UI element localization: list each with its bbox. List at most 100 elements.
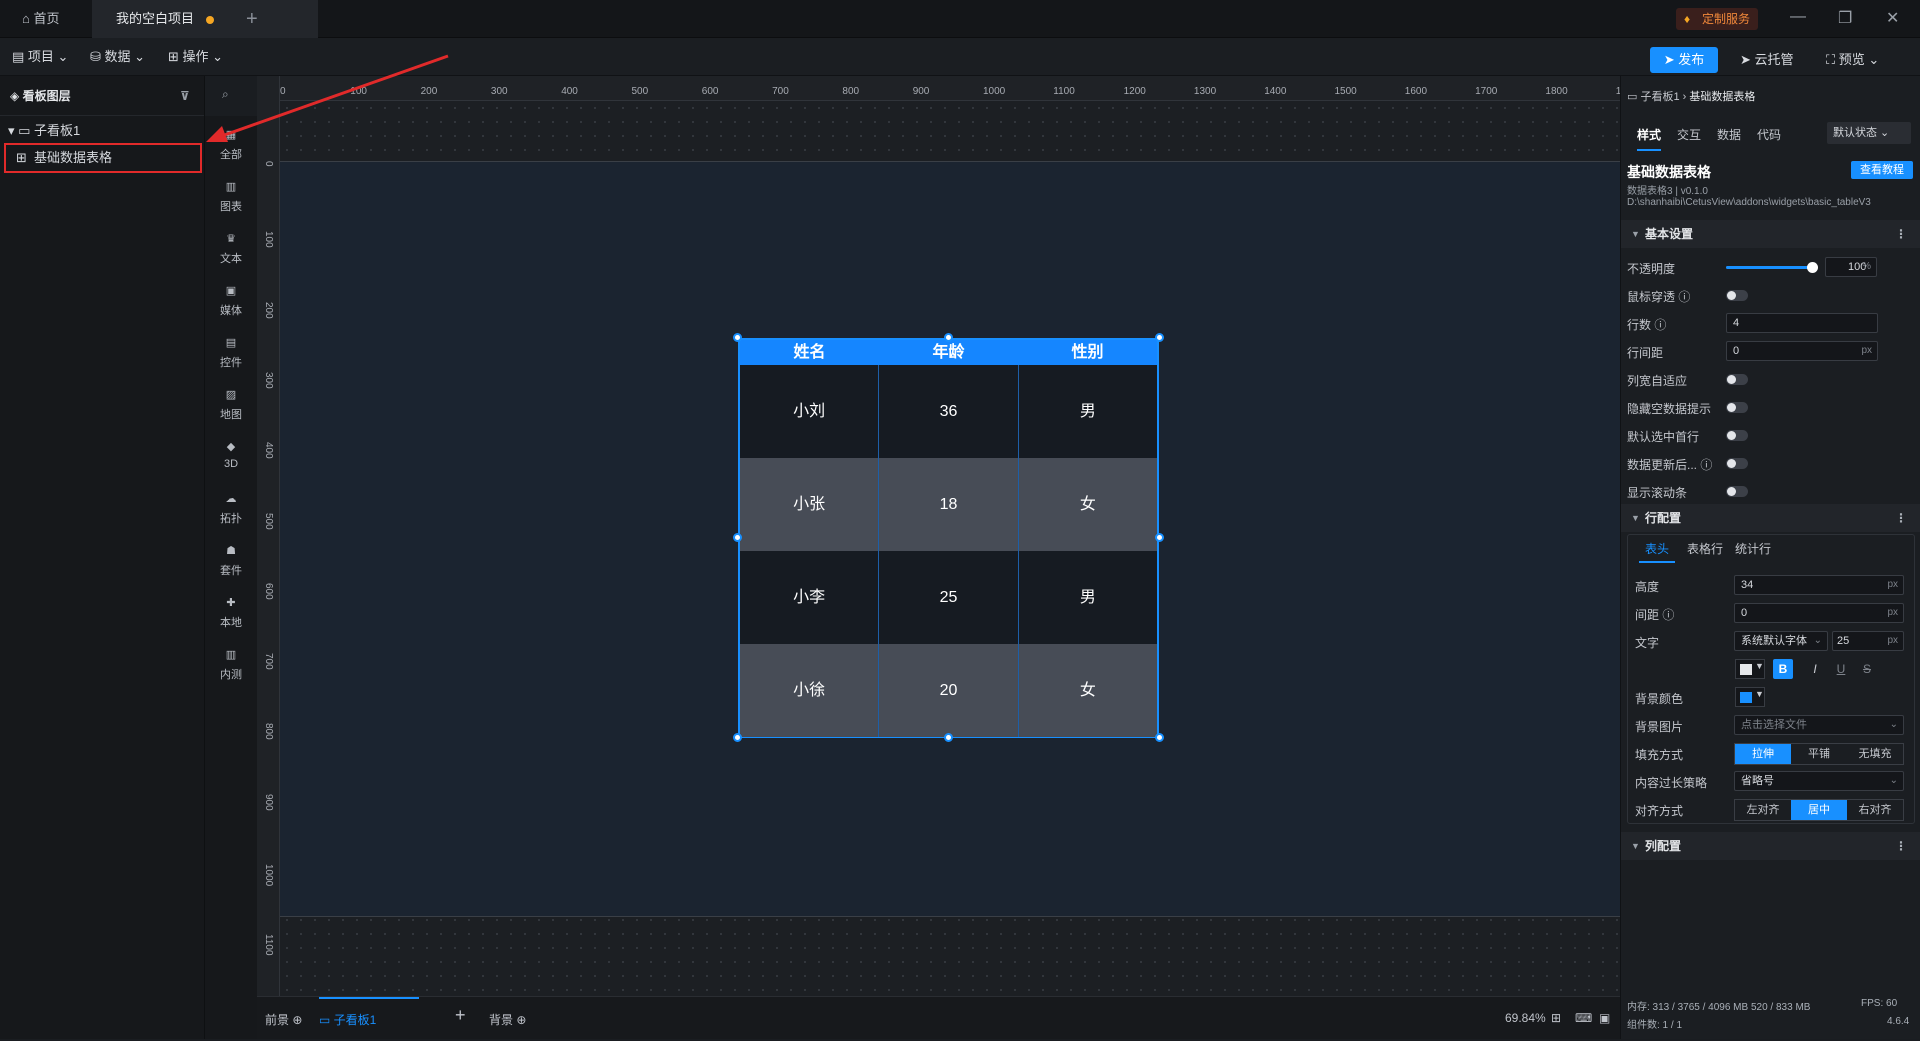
bg-image-select[interactable]: 点击选择文件 ⌄ [1734,715,1904,735]
resize-handle[interactable] [944,333,953,342]
table-row[interactable]: 小刘 36 男 [740,365,1157,458]
tab-home[interactable]: ⌂ 首页 [0,0,92,38]
row-settings-section[interactable]: ▼ 行配置 ⋮ [1621,504,1920,532]
add-tab-button[interactable]: + [246,0,258,38]
font-size-input[interactable]: 25 px [1832,631,1904,651]
hide-empty-toggle[interactable] [1726,402,1748,413]
terminal-icon[interactable]: ▣ [1599,1011,1610,1025]
restore-icon[interactable]: ❐ [1838,8,1852,28]
publish-button[interactable]: ➤ 发布 [1650,47,1718,73]
font-select[interactable]: 系统默认字体 ⌄ [1734,631,1828,651]
basic-settings-section[interactable]: ▼ 基本设置 ⋮ [1621,220,1920,248]
tab-bar: ⌂ 首页 我的空白项目 + ♦ 定制服务 — ❐ ✕ [0,0,1920,38]
align-center-option[interactable]: 居中 [1791,800,1847,820]
category-media[interactable]: ▣ 媒体 [205,284,257,318]
tab-data[interactable]: 数据 [1717,126,1741,143]
align-right-option[interactable]: 右对齐 [1847,800,1903,820]
state-select[interactable]: 默认状态 ⌄ [1827,122,1911,144]
add-board-button[interactable]: + [455,1005,466,1026]
align-left-option[interactable]: 左对齐 [1735,800,1791,820]
col-auto-toggle[interactable] [1726,374,1748,385]
category-3d[interactable]: ◆ 3D [205,440,257,470]
row-gap-input[interactable]: 0 px [1726,341,1878,361]
underline-button[interactable]: U [1831,659,1851,679]
text-color-picker[interactable]: ▼ [1735,659,1765,679]
resize-handle[interactable] [733,533,742,542]
bold-button[interactable]: B [1773,659,1793,679]
table-header-cell: 年龄 [932,344,965,361]
background-tab[interactable]: 背景 ⊕ [489,1011,526,1028]
row-tab-stats[interactable]: 统计行 [1735,540,1771,557]
resize-handle[interactable] [1155,733,1164,742]
resize-handle[interactable] [733,733,742,742]
category-text[interactable]: ♛ 文本 [205,232,257,266]
minimize-icon[interactable]: — [1790,8,1806,26]
data-update-toggle[interactable] [1726,458,1748,469]
layer-board-item[interactable]: ▾ ▭ 子看板1 [8,120,80,142]
layer-selected-item[interactable]: ⊞ 基础数据表格 [4,143,202,173]
kit-icon: ☗ [226,545,236,557]
ruler-top: 0 100 200 300 400 500 600 700 800 900 1000 1100 1200… [280,76,1638,101]
resize-handle[interactable] [1155,333,1164,342]
resize-handle[interactable] [733,333,742,342]
category-kit[interactable]: ☗ 套件 [205,544,257,578]
breadcrumb-parent[interactable]: 子看板1 [1640,91,1679,103]
keyboard-icon[interactable]: ⌨ [1575,1011,1592,1025]
opacity-input[interactable]: 100% [1825,257,1877,277]
row-tab-header[interactable]: 表头 [1639,540,1676,563]
more-icon[interactable]: ⋮ [1895,832,1907,860]
tab-code[interactable]: 代码 [1757,126,1781,143]
cloud-host-label: 云托管 [1754,52,1794,67]
fit-screen-icon[interactable]: ⊞ [1551,1011,1561,1025]
fill-stretch-option[interactable]: 拉伸 [1735,744,1791,764]
strike-button[interactable]: S [1857,659,1877,679]
mouse-through-toggle[interactable] [1726,290,1748,301]
bg-color-picker[interactable]: ▼ [1735,687,1765,707]
add-circle-icon[interactable]: ⊕ [292,1013,302,1027]
fill-none-option[interactable]: 无填充 [1847,744,1903,764]
tab-style[interactable]: 样式 [1637,126,1662,151]
category-chart[interactable]: ▥ 图表 [205,180,257,214]
preview-button[interactable]: ⛶ 预览 ⌄ [1826,47,1879,73]
resize-handle[interactable] [944,733,953,742]
table-row[interactable]: 小徐 20 女 [740,644,1157,737]
fill-tile-option[interactable]: 平铺 [1791,744,1847,764]
table-row[interactable]: 小张 18 女 [740,458,1157,551]
row-gap-value: 0 [1733,345,1740,357]
board-tab[interactable]: ▭ 子看板1 [319,997,419,1039]
table-row[interactable]: 小李 25 男 [740,551,1157,644]
zoom-level[interactable]: 69.84% [1505,1011,1546,1025]
data-table[interactable]: 姓名 年龄 性别 小刘 36 男 小张 18 女 小李 25 男 小徐 20 女 [738,338,1159,738]
menu-project[interactable]: ▤ 项目 ⌄ [12,38,68,76]
resize-handle[interactable] [1155,533,1164,542]
category-local[interactable]: ✚ 本地 [205,596,257,630]
opacity-slider-knob[interactable] [1806,262,1818,273]
column-settings-section[interactable]: ▼ 列配置 ⋮ [1621,832,1920,860]
add-circle-icon[interactable]: ⊕ [516,1013,526,1027]
rows-input[interactable]: 4 [1726,313,1878,333]
caret-down-icon: ▼ [1631,841,1640,851]
category-map[interactable]: ▨ 地图 [205,388,257,422]
foreground-tab[interactable]: 前景 ⊕ [265,1011,302,1028]
category-beta[interactable]: ▥ 内测 [205,648,257,682]
filter-icon[interactable]: ⊽ [180,76,190,116]
tab-project[interactable]: 我的空白项目 [92,0,318,38]
italic-button[interactable]: I [1805,659,1825,679]
overflow-select[interactable]: 省略号 ⌄ [1734,771,1904,791]
select-first-toggle[interactable] [1726,430,1748,441]
more-icon[interactable]: ⋮ [1895,220,1907,248]
opacity-slider[interactable] [1726,262,1818,273]
height-input[interactable]: 34 px [1734,575,1904,595]
tab-interaction[interactable]: 交互 [1677,126,1701,143]
row-tab-body[interactable]: 表格行 [1687,540,1723,557]
custom-service-button[interactable]: ♦ 定制服务 [1676,8,1759,30]
tutorial-button[interactable]: 查看教程 [1851,161,1913,179]
category-control[interactable]: ▤ 控件 [205,336,257,370]
cloud-host-button[interactable]: ➤ 云托管 [1740,47,1794,73]
scrollbar-toggle[interactable] [1726,486,1748,497]
more-icon[interactable]: ⋮ [1895,504,1907,532]
category-topology[interactable]: ☁ 拓扑 [205,492,257,526]
spacing-input[interactable]: 0 px [1734,603,1904,623]
close-icon[interactable]: ✕ [1886,8,1899,28]
menu-data[interactable]: ⛁ 数据 ⌄ [90,38,145,76]
